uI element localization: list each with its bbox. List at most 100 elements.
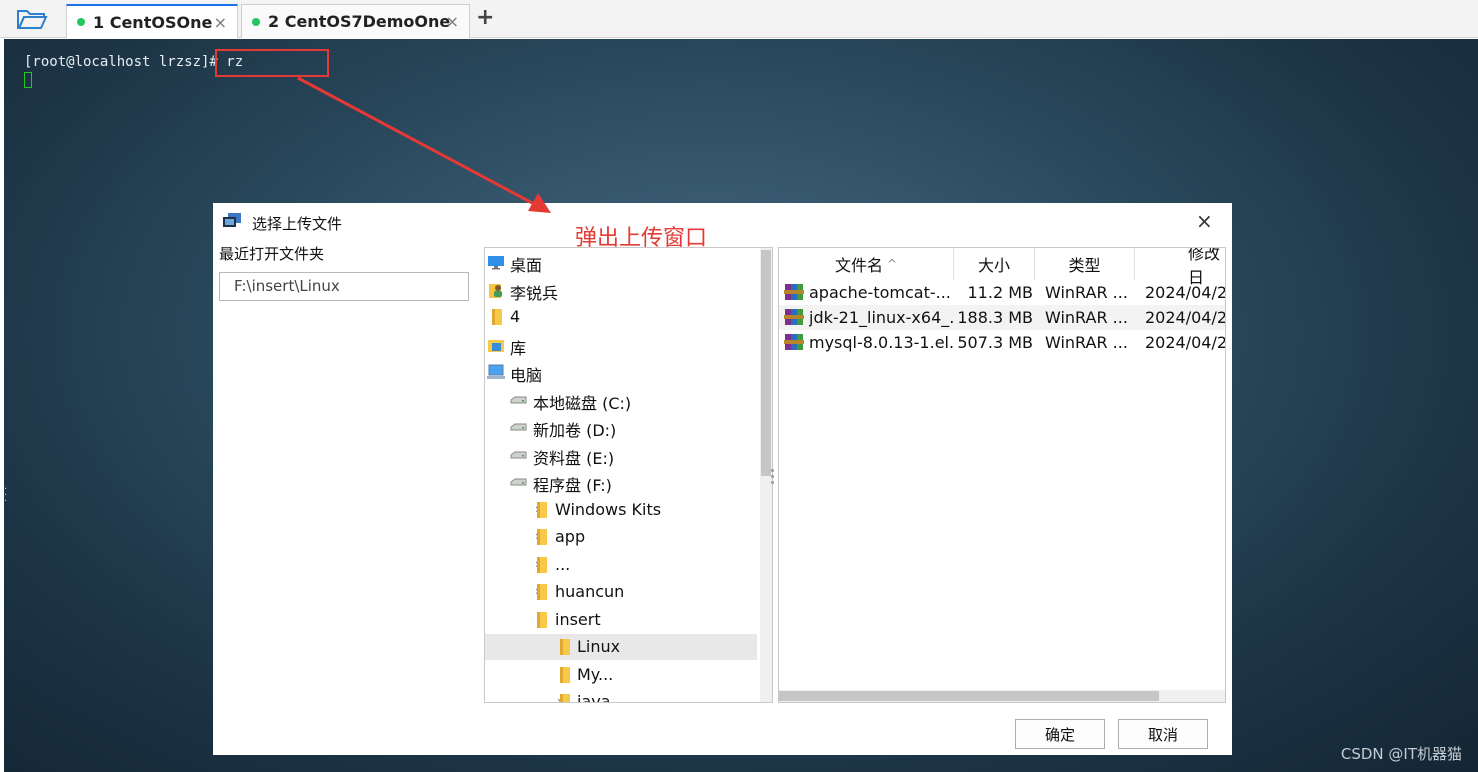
tree-item[interactable]: › java — [485, 689, 757, 702]
tree-item[interactable]: Linux — [485, 634, 757, 660]
folder-icon — [532, 611, 550, 629]
drive-icon — [509, 446, 527, 464]
recent-folders-label: 最近打开文件夹 — [219, 245, 325, 263]
folder-icon — [487, 308, 505, 326]
tree-scroll-thumb[interactable] — [761, 250, 771, 476]
ok-button[interactable]: 确定 — [1015, 719, 1105, 749]
folder-icon — [555, 638, 573, 656]
dialog-title: 选择上传文件 — [252, 215, 343, 233]
file-name: mysql-8.0.13-1.el... — [809, 333, 954, 352]
tree-item-label: 电脑 — [510, 366, 543, 385]
tree-item-label: 资料盘 (E:) — [533, 448, 615, 468]
cancel-button[interactable]: 取消 — [1118, 719, 1208, 749]
tree-item[interactable]: ›Windows Kits — [485, 497, 757, 523]
tab-centosone[interactable]: 1 CentOSOne × — [66, 4, 238, 38]
folder-tree[interactable]: 桌面 ›李锐兵›4 库⌄电脑›本地磁盘 (C:)›新加卷 (D:)›资料盘 (E:)… — [484, 247, 773, 703]
tree-item-label: 桌面 — [510, 256, 543, 275]
tree-item-label: 4 — [510, 307, 521, 326]
tree-item[interactable]: ›4 — [485, 304, 757, 330]
tree-item-label: insert — [555, 609, 601, 629]
tree-item-label: huancun — [555, 582, 625, 601]
file-modified: 2024/04/28 — [1145, 308, 1225, 327]
winrar-archive-icon — [784, 283, 804, 301]
open-folder-icon[interactable] — [16, 7, 48, 31]
file-row[interactable]: jdk-21_linux-x64_... 188.3 MB WinRAR ... 20… — [779, 305, 1225, 330]
tree-item[interactable]: ›本地磁盘 (C:) — [485, 387, 757, 413]
computer-icon — [487, 363, 505, 381]
folder-icon — [555, 693, 573, 702]
folder-icon — [555, 666, 573, 684]
terminal-cursor — [24, 72, 32, 88]
tree-item-label: app — [555, 527, 586, 546]
desktop-icon — [487, 253, 505, 271]
connected-status-icon — [77, 18, 85, 26]
tree-item-label: Linux — [577, 637, 621, 656]
connected-status-icon — [252, 17, 260, 26]
tab-bar: 1 CentOSOne × 2 CentOS7DemoOne × + — [0, 0, 1478, 38]
upload-file-dialog: 选择上传文件 × 弹出上传窗口 最近打开文件夹 F:\insert\Linux … — [213, 203, 1232, 755]
add-tab-button[interactable]: + — [476, 5, 494, 30]
tree-item[interactable]: ›app — [485, 524, 757, 550]
tree-item[interactable]: ›huancun — [485, 579, 757, 605]
file-row[interactable]: apache-tomcat-... 11.2 MB WinRAR ... 2024/0… — [779, 280, 1225, 305]
library-icon — [487, 336, 505, 354]
winrar-archive-icon — [784, 333, 804, 351]
file-row[interactable]: mysql-8.0.13-1.el... 507.3 MB WinRAR ... 20… — [779, 330, 1225, 355]
tree-item[interactable]: ⌄insert — [485, 607, 757, 633]
column-header-modified[interactable]: 修改日 — [1135, 248, 1225, 287]
terminal-prompt-line: [root@localhost lrzsz]# rz — [24, 54, 244, 70]
user-folder-icon — [487, 281, 505, 299]
tree-item[interactable]: 库 — [485, 332, 757, 358]
file-modified: 2024/04/28 — [1145, 333, 1225, 352]
tree-item-label: 李锐兵 — [510, 283, 559, 303]
tree-item[interactable]: ⌄程序盘 (F:) — [485, 469, 757, 495]
column-header-type[interactable]: 类型 — [1035, 248, 1135, 280]
tab-label: 1 CentOSOne — [93, 12, 213, 32]
dialog-close-button[interactable]: × — [1196, 209, 1213, 233]
files-scroll-thumb[interactable] — [779, 691, 1159, 701]
file-size: 507.3 MB — [957, 333, 1033, 352]
tree-item-label: 新加卷 (D:) — [533, 421, 617, 440]
watermark: CSDN @IT机器猫 — [1340, 745, 1462, 763]
file-size: 188.3 MB — [957, 308, 1033, 327]
drive-icon — [509, 391, 527, 409]
tree-item[interactable]: ›李锐兵 — [485, 277, 757, 303]
tree-item-label: 本地磁盘 (C:) — [533, 393, 632, 413]
column-header-size[interactable]: 大小 — [954, 248, 1035, 280]
drive-icon — [509, 418, 527, 436]
tree-item[interactable]: 桌面 — [485, 249, 757, 275]
file-modified: 2024/04/28 — [1145, 283, 1225, 302]
tree-item[interactable]: ›资料盘 (E:) — [485, 442, 757, 468]
tree-item-label: ... — [555, 554, 571, 574]
sort-ascending-icon: ^ — [886, 257, 898, 271]
tree-item[interactable]: ›... — [485, 552, 757, 578]
file-name: jdk-21_linux-x64_... — [809, 308, 954, 327]
tree-item[interactable]: ⌄电脑 — [485, 359, 757, 385]
tree-item[interactable]: ›新加卷 (D:) — [485, 414, 757, 440]
tab-label: 2 CentOS7DemoOne — [268, 12, 451, 31]
file-type: WinRAR ... — [1045, 308, 1128, 327]
file-type: WinRAR ... — [1045, 333, 1128, 352]
file-name: apache-tomcat-... — [809, 283, 951, 302]
winrar-archive-icon — [784, 308, 804, 326]
tree-item[interactable]: My... — [485, 662, 757, 688]
recent-path-field[interactable]: F:\insert\Linux — [219, 272, 469, 301]
folder-icon — [532, 501, 550, 519]
column-header-name[interactable]: 文件名 ^ — [779, 248, 954, 280]
tree-item-label: My... — [577, 664, 614, 684]
tree-item-label: Windows Kits — [555, 499, 662, 519]
dialog-window-icon — [222, 212, 242, 230]
file-list[interactable]: 文件名 ^ 大小 类型 修改日 apache-tomcat-... 11.2 MB… — [778, 247, 1226, 703]
files-horizontal-scrollbar[interactable] — [779, 690, 1225, 702]
tab-close-icon[interactable]: × — [214, 13, 227, 32]
tab-close-icon[interactable]: × — [446, 12, 459, 31]
tab-centos7demoone[interactable]: 2 CentOS7DemoOne × — [241, 4, 470, 38]
resize-grip-icon[interactable]: · · · — [4, 485, 7, 507]
command-highlight-box — [215, 49, 329, 77]
folder-icon — [532, 528, 550, 546]
file-type: WinRAR ... — [1045, 283, 1128, 302]
pane-splitter-handle[interactable] — [771, 469, 775, 487]
drive-icon — [509, 473, 527, 491]
folder-icon — [532, 556, 550, 574]
folder-icon — [532, 583, 550, 601]
